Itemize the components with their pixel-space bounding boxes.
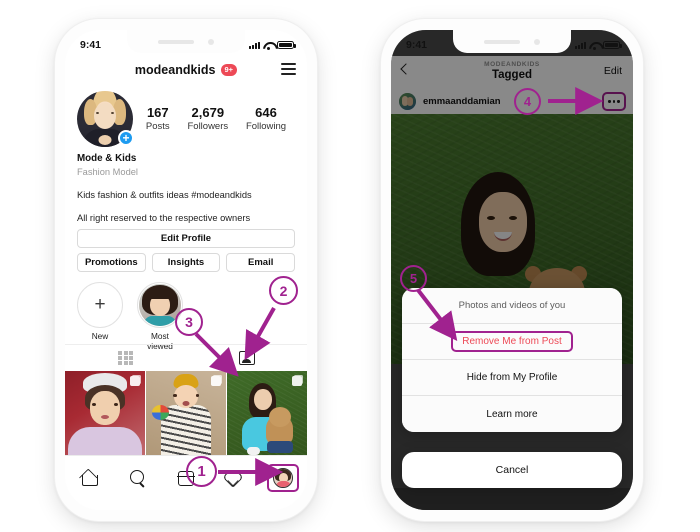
page-title: Tagged xyxy=(491,69,533,82)
tagged-nav-bar: MODEANDKIDS Tagged xyxy=(391,56,633,88)
highlight-cover[interactable] xyxy=(137,282,183,328)
nav-overline: MODEANDKIDS xyxy=(484,60,540,68)
bottom-tab-bar-dimmed xyxy=(391,488,633,510)
stat-followers[interactable]: 2,679 Followers xyxy=(187,105,228,134)
hide-from-my-profile-option[interactable]: Hide from My Profile xyxy=(402,360,622,396)
post-author-username[interactable]: emmaanddamian xyxy=(423,96,501,107)
tagged-tab[interactable] xyxy=(186,345,307,371)
bio-line-2: All right reserved to the respective own… xyxy=(77,213,251,224)
left-phone-screen: 9:41 modeandkids 9+ + 167 Posts 2,679 Fo… xyxy=(65,30,307,510)
search-tab[interactable] xyxy=(124,466,152,490)
sidebar-item-grid[interactable] xyxy=(65,345,186,371)
profile-category: Fashion Model xyxy=(77,167,138,178)
email-button[interactable]: Email xyxy=(226,253,296,272)
front-camera-icon xyxy=(534,38,540,45)
home-icon xyxy=(81,470,99,486)
bio-line-1: Kids fashion & outfits ideas #modeandkid… xyxy=(77,189,252,200)
profile-header: modeandkids 9+ xyxy=(65,56,307,84)
photo-grid xyxy=(65,371,307,455)
highlight-most-viewed[interactable]: Most viewed xyxy=(137,282,183,351)
notification-badge: 9+ xyxy=(220,64,238,76)
grid-icon xyxy=(118,350,133,366)
bottom-tab-bar xyxy=(65,455,307,510)
post-header: emmaanddamian xyxy=(391,88,633,114)
edit-button[interactable]: Edit xyxy=(604,65,622,77)
tagged-person-icon xyxy=(238,351,255,365)
highlight-new[interactable]: + New xyxy=(77,282,123,351)
remove-me-from-post-label: Remove Me from Post xyxy=(451,331,573,352)
cancel-button[interactable]: Cancel xyxy=(402,452,622,488)
followers-label: Followers xyxy=(187,120,229,132)
activity-tab[interactable] xyxy=(220,466,248,490)
following-count: 646 xyxy=(255,104,277,120)
following-label: Following xyxy=(245,120,287,132)
notch xyxy=(127,30,245,53)
avatar[interactable]: + xyxy=(77,91,134,147)
status-time: 9:41 xyxy=(406,39,428,51)
plus-icon[interactable]: + xyxy=(118,130,134,146)
home-tab[interactable] xyxy=(75,466,103,490)
wifi-icon xyxy=(589,41,600,50)
plus-icon[interactable]: + xyxy=(77,282,123,328)
stat-posts[interactable]: 167 Posts xyxy=(146,105,170,134)
promotions-button[interactable]: Promotions xyxy=(77,253,146,272)
followers-count: 2,679 xyxy=(191,104,225,120)
posts-count: 167 xyxy=(146,104,169,120)
stat-following[interactable]: 646 Following xyxy=(246,105,286,134)
action-sheet-title: Photos and videos of you xyxy=(402,288,622,324)
highlight-new-label: New xyxy=(91,331,109,341)
speaker-icon xyxy=(158,39,194,44)
cellular-signal-icon xyxy=(249,41,260,49)
search-icon xyxy=(129,470,146,486)
profile-stats: 167 Posts 2,679 Followers 646 Following xyxy=(133,105,295,134)
display-name: Mode & Kids xyxy=(77,153,137,164)
posts-label: Posts xyxy=(145,120,170,132)
profile-summary-row: + 167 Posts 2,679 Followers 646 Followin… xyxy=(65,88,307,150)
tagged-post-thumbnail[interactable] xyxy=(227,371,307,455)
left-phone-frame: 9:41 modeandkids 9+ + 167 Posts 2,679 Fo… xyxy=(55,19,317,521)
grid-photo-1[interactable] xyxy=(65,371,145,455)
tutorial-screenshot: 9:41 modeandkids 9+ + 167 Posts 2,679 Fo… xyxy=(0,0,700,532)
profile-tab[interactable] xyxy=(266,464,299,492)
insights-button[interactable]: Insights xyxy=(151,253,221,272)
heart-icon xyxy=(225,471,243,486)
more-options-icon[interactable] xyxy=(602,92,626,111)
wifi-icon xyxy=(263,41,274,50)
reels-icon xyxy=(177,470,195,486)
front-camera-icon xyxy=(208,38,214,45)
profile-bio: Mode & Kids Fashion Model Kids fashion &… xyxy=(65,152,307,226)
notch xyxy=(453,30,571,53)
cellular-signal-icon xyxy=(575,41,586,49)
right-phone-screen: MODEANDKIDS Tagged Edit emmaanddamian Ph… xyxy=(391,30,633,510)
battery-icon xyxy=(603,40,622,50)
remove-me-from-post-option[interactable]: Remove Me from Post xyxy=(402,324,622,360)
post-author-avatar[interactable] xyxy=(399,92,416,110)
profile-username[interactable]: modeandkids xyxy=(135,63,216,77)
grid-photo-2[interactable] xyxy=(146,371,226,455)
secondary-buttons-row: Promotions Insights Email xyxy=(77,253,296,272)
multi-post-icon xyxy=(130,376,140,386)
story-highlights-row: + New Most viewed xyxy=(77,282,295,351)
speaker-icon xyxy=(484,39,520,44)
profile-avatar-icon xyxy=(272,468,293,488)
learn-more-option[interactable]: Learn more xyxy=(402,396,622,432)
profile-tabs xyxy=(65,344,307,371)
reels-tab[interactable] xyxy=(172,466,200,490)
right-phone-frame: MODEANDKIDS Tagged Edit emmaanddamian Ph… xyxy=(381,19,643,521)
battery-icon xyxy=(277,40,296,50)
multi-post-icon xyxy=(292,376,302,386)
multi-post-icon xyxy=(211,376,221,386)
edit-profile-row: Edit Profile xyxy=(77,229,295,248)
edit-profile-button[interactable]: Edit Profile xyxy=(77,229,295,248)
action-sheet: Photos and videos of you Remove Me from … xyxy=(402,288,622,432)
status-time: 9:41 xyxy=(80,39,102,51)
hamburger-menu-icon[interactable] xyxy=(281,63,296,75)
